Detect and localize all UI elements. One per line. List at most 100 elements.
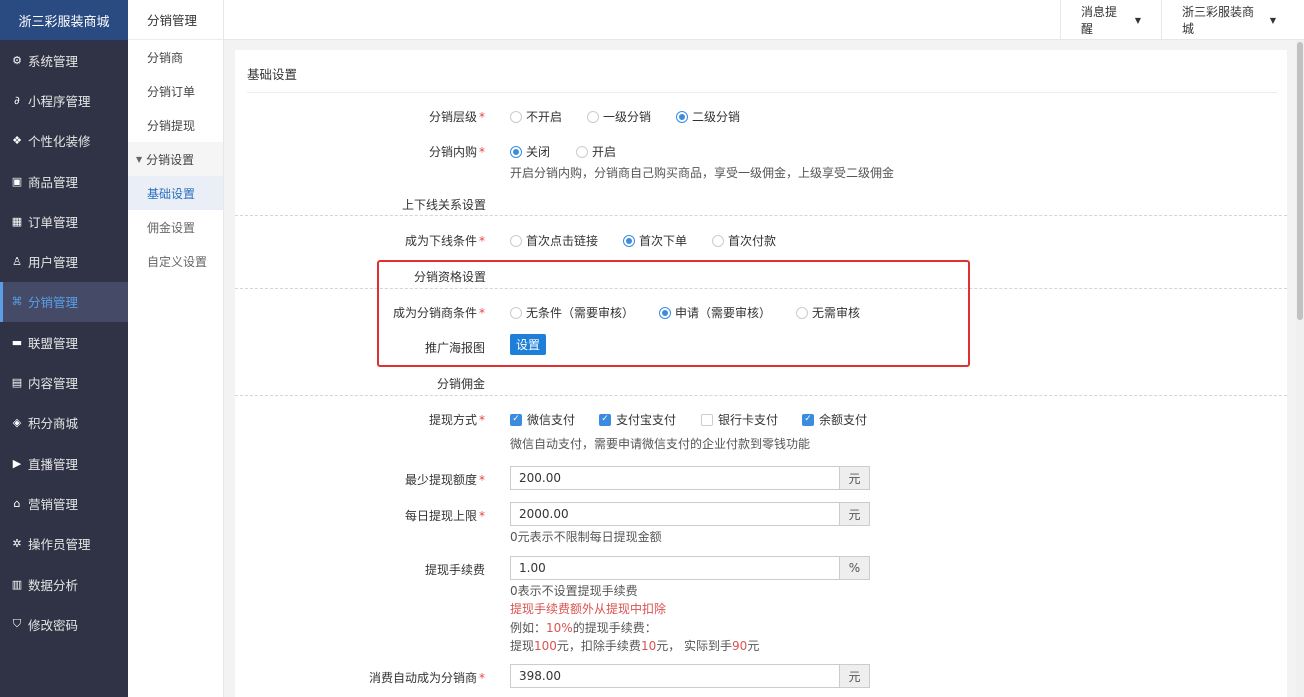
cog-icon: ✲ [12,537,22,551]
auto-become-group: 398.00 元 [510,664,870,688]
sidebar-item[interactable]: ▦ 订单管理 [0,201,128,241]
card-icon: ▬ [11,335,23,349]
sidebar-item-label: 营销管理 [28,496,79,512]
link-icon: ∂ [14,93,20,107]
become-option-unconditional[interactable]: 无条件（需要审核） [510,304,634,321]
subnav-item-custom-settings[interactable]: 自定义设置 [128,244,223,278]
play-icon: ▶ [12,456,22,470]
subnav-item-basic-settings[interactable]: 基础设置 [128,176,223,210]
option-label: 关闭 [526,145,551,159]
sidebar-item-label: 修改密码 [28,617,79,633]
radio-checked-icon [623,234,635,247]
withdraw-option-balance[interactable]: ✓ 余额支付 [802,411,867,428]
poster-set-button[interactable]: 设置 [510,334,547,355]
downline-label: 成为下线条件 * [404,234,485,248]
level-option-two[interactable]: 二级分销 [676,108,740,125]
checkbox-checked-icon: ✓ [802,413,814,426]
withdraw-help: 微信自动支付，需要申请微信支付的企业付款到零钱功能 [510,437,811,451]
sidebar-item[interactable]: ∂ 小程序管理 [0,80,128,120]
sidebar-item[interactable]: ♙ 用户管理 [0,241,128,281]
fee-help-calc: 提现100元，扣除手续费10元， 实际到手90元 [510,639,760,653]
divider [235,395,1287,396]
fee-help-zero: 0表示不设置提现手续费 [510,584,638,598]
daily-limit-label: 每日提现上限 * [404,509,485,523]
sidebar-item-label: 小程序管理 [28,93,91,109]
option-label: 首次点击链接 [526,234,599,248]
sidebar-item-label: 操作员管理 [28,537,91,553]
option-label: 银行卡支付 [718,413,779,427]
sidebar-item[interactable]: ▣ 商品管理 [0,161,128,201]
sidebar-item[interactable]: ❖ 个性化装修 [0,121,128,161]
withdraw-option-bank[interactable]: 银行卡支付 [701,411,778,428]
sidebar-item-label: 个性化装修 [28,134,91,150]
option-label: 余额支付 [819,413,868,427]
daily-limit-input[interactable]: 2000.00 [510,502,840,526]
level-option-off[interactable]: 不开启 [510,108,562,125]
option-label: 首次付款 [728,234,777,248]
subnav-item-orders[interactable]: 分销订单 [128,74,223,108]
sidebar-item-label: 用户管理 [28,255,79,271]
caret-down-icon: ▼ [1269,15,1276,25]
subnav-item-distributors[interactable]: 分销商 [128,40,223,74]
sidebar-item-label: 积分商城 [28,416,79,432]
panel-title: 基础设置 [247,67,298,82]
sidebar-item[interactable]: ▥ 数据分析 [0,564,128,604]
fee-label: 提现手续费 [424,563,485,577]
notice-dropdown[interactable]: 消息提醒 ▼ [1060,0,1161,40]
section-qualification: 分销资格设置 [414,270,487,284]
user-icon: ♙ [12,255,22,269]
sidebar-item[interactable]: ⚙ 系统管理 [0,40,128,80]
subnav-item-commission-settings[interactable]: 佣金设置 [128,210,223,244]
downline-option-order[interactable]: 首次下单 [623,232,687,249]
scrollbar-thumb[interactable] [1297,42,1303,320]
fee-help-extra: 提现手续费额外从提现中扣除 [510,602,667,616]
option-label: 微信支付 [527,413,576,427]
radio-icon [712,234,724,247]
min-withdraw-group: 200.00 元 [510,466,870,490]
auto-become-input[interactable]: 398.00 [510,664,840,688]
top-bar: 消息提醒 ▼ 浙三彩服装商城 ▼ [224,0,1304,40]
become-option-apply[interactable]: 申请（需要审核） [659,304,771,321]
sidebar-item[interactable]: ▬ 联盟管理 [0,322,128,362]
sidebar-item[interactable]: ▶ 直播管理 [0,443,128,483]
sidebar-item[interactable]: ▤ 内容管理 [0,362,128,402]
daily-limit-group: 2000.00 元 [510,502,870,526]
box-icon: ▣ [11,174,23,188]
withdraw-option-alipay[interactable]: ✓ 支付宝支付 [599,411,676,428]
option-label: 无条件（需要审核） [526,306,635,320]
become-option-no-review[interactable]: 无需审核 [796,304,860,321]
brand-title[interactable]: 浙三彩服装商城 [0,0,128,40]
self-buy-option-on[interactable]: 开启 [576,143,616,160]
withdraw-option-wechat[interactable]: ✓ 微信支付 [510,411,575,428]
caret-down-icon: ▼ [1134,15,1141,25]
sidebar-item-label: 内容管理 [28,376,79,392]
level-option-one[interactable]: 一级分销 [587,108,651,125]
poster-label: 推广海报图 [424,341,485,355]
brush-icon: ❖ [12,134,22,148]
option-label: 支付宝支付 [616,413,677,427]
sidebar-item[interactable]: ⛉ 修改密码 [0,604,128,644]
store-dropdown[interactable]: 浙三彩服装商城 ▼ [1161,0,1296,40]
withdraw-label: 提现方式 * [428,413,485,427]
fee-input[interactable]: 1.00 [510,556,840,580]
subnav-item-withdraw[interactable]: 分销提现 [128,108,223,142]
notice-label: 消息提醒 [1081,5,1118,36]
sidebar-item[interactable]: ⌂ 营销管理 [0,483,128,523]
sidebar-item[interactable]: ⌘ 分销管理 [0,281,128,323]
radio-checked-icon [659,306,671,319]
radio-icon [510,306,522,319]
option-label: 开启 [592,145,617,159]
self-buy-label: 分销内购 * [428,145,485,159]
sidebar-item[interactable]: ◈ 积分商城 [0,403,128,443]
self-buy-option-off[interactable]: 关闭 [510,143,550,160]
subnav-group-settings[interactable]: ▼ 分销设置 [128,142,223,176]
sidebar-item[interactable]: ✲ 操作员管理 [0,524,128,564]
fee-group: 1.00 % [510,556,870,580]
radio-icon [510,234,522,247]
downline-option-click[interactable]: 首次点击链接 [510,232,598,249]
downline-option-pay[interactable]: 首次付款 [712,232,776,249]
chart-icon: ▥ [11,577,23,591]
min-withdraw-input[interactable]: 200.00 [510,466,840,490]
section-commission: 分销佣金 [437,377,486,391]
divider [235,215,1287,216]
